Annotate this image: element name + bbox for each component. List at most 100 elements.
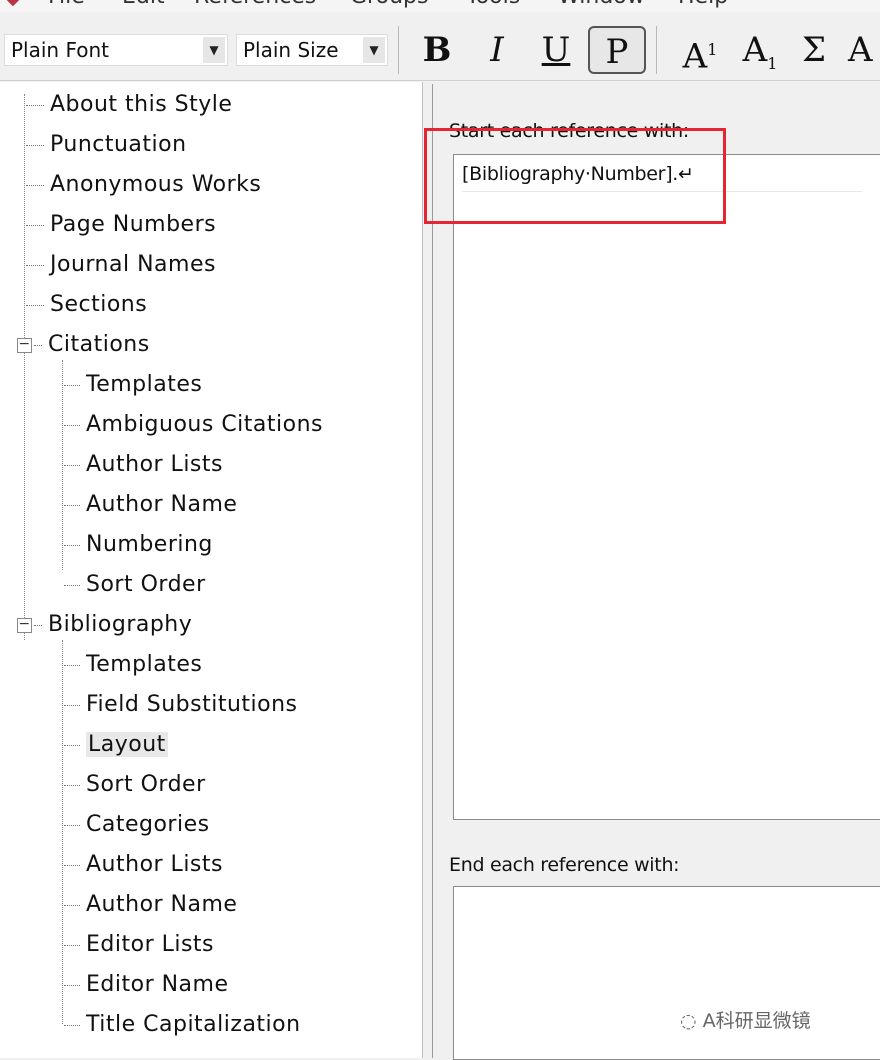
tree-dots [26,184,44,186]
tree-item-label: Sections [50,292,148,317]
tree-dots [64,464,80,466]
tree-item-sections[interactable]: Sections [26,290,147,320]
tree-item-editor-name[interactable]: Editor Name [64,970,229,1000]
tree-item-punctuation[interactable]: Punctuation [26,130,187,160]
tree-item-numbering[interactable]: Numbering [64,530,213,560]
collapse-icon[interactable]: − [17,337,32,353]
tree-item-bibliography-author-name[interactable]: Author Name [64,890,237,920]
subscript-button[interactable]: A1 [738,26,782,74]
tree-item-label: Title Capitalization [86,1012,301,1037]
superscript-button[interactable]: A1 [678,26,722,77]
symbol-button[interactable]: Σ [798,26,830,74]
tree-item-title-capitalization[interactable]: Title Capitalization [64,1010,301,1040]
tree-item-label: Punctuation [50,132,187,157]
tree-item-ambiguous-citations[interactable]: Ambiguous Citations [64,410,323,440]
superscript-mark: 1 [707,40,718,59]
tree-item-label: Ambiguous Citations [86,412,324,437]
tree-dots [64,904,80,906]
tree-item-editor-lists[interactable]: Editor Lists [64,930,214,960]
toolbar-divider [656,26,657,74]
tree-dots [64,864,80,866]
menu-tools[interactable]: Tools [466,0,520,9]
tree-item-citations[interactable]: Citations [34,330,150,360]
tree-item-journal-names[interactable]: Journal Names [26,250,216,280]
tree-item-citations-templates[interactable]: Templates [64,370,202,400]
chevron-down-icon[interactable]: ▼ [363,37,385,63]
tree-connector [24,94,25,640]
tree-dots [26,224,44,226]
italic-button[interactable]: I [480,26,514,74]
menu-window[interactable]: Window [558,0,645,9]
watermark: ◌ A科研显微镜 [680,1006,811,1033]
tree-item-label: Sort Order [86,772,206,797]
plain-button[interactable]: P [588,26,646,74]
tree-item-label: Templates [86,372,203,397]
tree-dots [64,944,80,946]
tree-item-citations-author-name[interactable]: Author Name [64,490,237,520]
menu-groups[interactable]: Groups [350,0,428,9]
menu-file[interactable]: File [48,0,85,9]
tree-item-bibliography-author-lists[interactable]: Author Lists [64,850,223,880]
tree-item-label: About this Style [50,92,233,117]
menu-bar: ◆ File Edit References Groups Tools Wind… [0,0,880,12]
watermark-text: A科研显微镜 [702,1010,811,1032]
tree-item-label: Anonymous Works [50,172,262,197]
underline-button[interactable]: U [538,26,574,74]
font-select-value: Plain Font [11,38,110,62]
tree-item-field-substitutions[interactable]: Field Substitutions [64,690,298,720]
tree-dots [64,544,80,546]
bold-button[interactable]: B [420,26,454,74]
tree-item-page-numbers[interactable]: Page Numbers [26,210,216,240]
tree-item-bibliography-sort-order[interactable]: Sort Order [64,770,206,800]
subscript-base: A [742,30,768,70]
tree-item-label: Page Numbers [50,212,217,237]
small-caps-button[interactable]: A [848,26,880,74]
tree-item-label: Bibliography [48,612,193,637]
end-reference-label: End each reference with: [449,854,680,876]
highlight-annotation [424,128,726,224]
tree-item-categories[interactable]: Categories [64,810,210,840]
tree-dots [64,784,80,786]
subscript-mark: 1 [767,53,778,73]
size-select-value: Plain Size [243,38,339,62]
tree-dots [64,1024,80,1026]
tree-item-about[interactable]: About this Style [26,90,232,120]
tree-dots [64,824,80,826]
tree-item-label: Author Name [86,892,238,917]
tree-item-label: Citations [48,332,150,357]
font-select[interactable]: Plain Font ▼ [4,34,228,66]
tree-dots [26,104,44,106]
tree-dots [26,144,44,146]
tree-item-layout[interactable]: Layout [64,730,168,760]
tree-item-bibliography-templates[interactable]: Templates [64,650,202,680]
tree-dots [64,424,80,426]
tree-item-label: Sort Order [86,572,206,597]
tree-item-citations-sort-order[interactable]: Sort Order [64,570,206,600]
end-reference-editor[interactable] [453,886,880,1060]
tree-item-label: Author Lists [86,452,223,477]
collapse-icon[interactable]: − [17,617,32,633]
tree-dots [64,664,80,666]
tree-item-label: Journal Names [50,252,216,277]
chevron-down-icon[interactable]: ▼ [203,37,225,63]
superscript-base: A [682,36,708,77]
app-icon: ◆ [6,0,28,10]
start-reference-editor[interactable]: [Bibliography·Number].↵ [453,154,880,820]
tree-item-anonymous-works[interactable]: Anonymous Works [26,170,261,200]
tree-item-citations-author-lists[interactable]: Author Lists [64,450,223,480]
tree-dots [64,704,80,706]
menu-help[interactable]: Help [678,0,728,9]
tree-dots [64,504,80,506]
tree-item-label: Templates [86,652,203,677]
tree-item-label: Editor Name [86,972,229,997]
menu-references[interactable]: References [194,0,316,9]
tree-dots [64,584,80,586]
tree-item-label: Field Substitutions [86,692,298,717]
layout-panel: Start each reference with: [Bibliography… [432,84,880,1060]
menu-edit[interactable]: Edit [122,0,165,9]
tree-item-bibliography[interactable]: Bibliography [34,610,192,640]
format-toolbar: Plain Font ▼ Plain Size ▼ B I U P A1 A1 … [0,12,880,81]
size-select[interactable]: Plain Size ▼ [236,34,388,66]
wechat-icon: ◌ [680,1010,697,1032]
tree-item-label: Author Lists [86,852,223,877]
